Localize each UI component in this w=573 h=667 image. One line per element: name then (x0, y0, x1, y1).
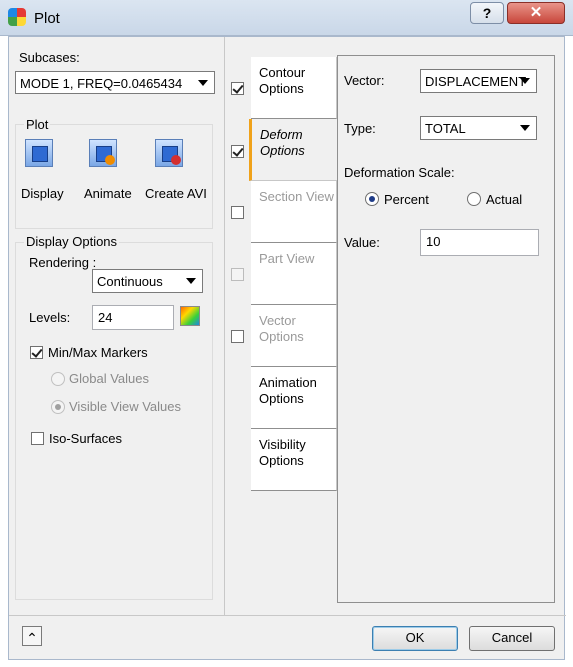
vector-label: Vector: (344, 73, 385, 88)
tab-label: Part View (259, 251, 315, 266)
tab-label: Deform (260, 127, 303, 142)
tab-label: Options (259, 81, 304, 96)
tab-label: Options (259, 329, 304, 344)
chevron-down-icon (186, 278, 196, 284)
ok-button[interactable]: OK (372, 626, 458, 651)
create-avi-icon[interactable] (155, 139, 183, 167)
rendering-dropdown[interactable]: Continuous (92, 269, 203, 293)
vector-dropdown[interactable]: DISPLACEMENT (420, 69, 537, 93)
tab-label: Vector (259, 313, 296, 328)
dialog-body: Subcases: MODE 1, FREQ=0.0465434 Plot Di… (8, 36, 566, 660)
actual-radio[interactable] (467, 192, 481, 206)
tab-label: Section View (259, 189, 334, 204)
tab-deform-options[interactable]: Deform Options (249, 119, 338, 181)
display-options-label: Display Options (24, 234, 120, 249)
part-view-checkbox[interactable] (231, 268, 244, 281)
rendering-label: Rendering : (29, 255, 97, 270)
tab-contour-options[interactable]: Contour Options (251, 57, 337, 119)
tab-visibility-options[interactable]: Visibility Options (251, 429, 337, 491)
vector-options-checkbox[interactable] (231, 330, 244, 343)
tab-label: Animation (259, 375, 317, 390)
help-button[interactable]: ? (470, 2, 504, 24)
subcases-value: MODE 1, FREQ=0.0465434 (20, 76, 183, 91)
type-label: Type: (344, 121, 376, 136)
create-avi-label: Create AVI (145, 186, 207, 201)
minmax-markers-checkbox[interactable] (30, 346, 43, 359)
animate-icon[interactable] (89, 139, 117, 167)
close-button[interactable]: ✕ (507, 2, 565, 24)
tab-label: Visibility (259, 437, 306, 452)
global-values-label: Global Values (69, 371, 149, 386)
rendering-value: Continuous (97, 274, 163, 289)
percent-radio[interactable] (365, 192, 379, 206)
tab-section-view[interactable]: Section View (251, 181, 337, 243)
cancel-button[interactable]: Cancel (469, 626, 555, 651)
tab-animation-options[interactable]: Animation Options (251, 367, 337, 429)
visible-view-values-radio[interactable] (51, 400, 65, 414)
levels-input[interactable]: 24 (92, 305, 174, 330)
app-icon (8, 8, 26, 26)
value-label: Value: (344, 235, 380, 250)
tab-label: Options (259, 453, 304, 468)
tab-label: Options (260, 143, 305, 158)
type-dropdown[interactable]: TOTAL (420, 116, 537, 140)
window-title: Plot (34, 10, 60, 27)
deform-options-panel: Vector: DISPLACEMENT Type: TOTAL Deforma… (337, 55, 555, 603)
color-scale-icon[interactable] (180, 306, 200, 326)
iso-surfaces-checkbox[interactable] (31, 432, 44, 445)
chevron-up-icon: ⌃ (26, 630, 38, 646)
tab-part-view[interactable]: Part View (251, 243, 337, 305)
display-icon[interactable] (25, 139, 53, 167)
contour-options-checkbox[interactable] (231, 82, 244, 95)
panel-divider (224, 37, 225, 615)
subcases-label: Subcases: (19, 50, 80, 65)
display-options-group (15, 242, 213, 600)
minmax-markers-label: Min/Max Markers (48, 345, 148, 360)
value-input[interactable]: 10 (420, 229, 539, 256)
animate-label: Animate (84, 186, 132, 201)
deformation-scale-label: Deformation Scale: (344, 165, 455, 180)
visible-view-values-label: Visible View Values (69, 399, 182, 414)
chevron-down-icon (198, 80, 208, 86)
percent-label: Percent (384, 192, 429, 207)
global-values-radio[interactable] (51, 372, 65, 386)
left-panel: Subcases: MODE 1, FREQ=0.0465434 Plot Di… (9, 37, 224, 615)
section-view-checkbox[interactable] (231, 206, 244, 219)
plot-group-label: Plot (24, 117, 51, 132)
iso-surfaces-label: Iso-Surfaces (49, 431, 122, 446)
tab-label: Contour (259, 65, 306, 80)
footer-separator (9, 615, 566, 616)
tab-vector-options[interactable]: Vector Options (251, 305, 337, 367)
chevron-down-icon (520, 78, 530, 84)
subcases-dropdown[interactable]: MODE 1, FREQ=0.0465434 (15, 71, 215, 94)
expand-button[interactable]: ⌃ (22, 626, 42, 646)
chevron-down-icon (520, 125, 530, 131)
deform-options-checkbox[interactable] (231, 145, 244, 158)
display-label: Display (21, 186, 64, 201)
tab-label: Options (259, 391, 304, 406)
actual-label: Actual (486, 192, 523, 207)
type-value: TOTAL (425, 121, 466, 136)
levels-label: Levels: (29, 310, 71, 325)
vector-value: DISPLACEMENT (425, 74, 527, 89)
